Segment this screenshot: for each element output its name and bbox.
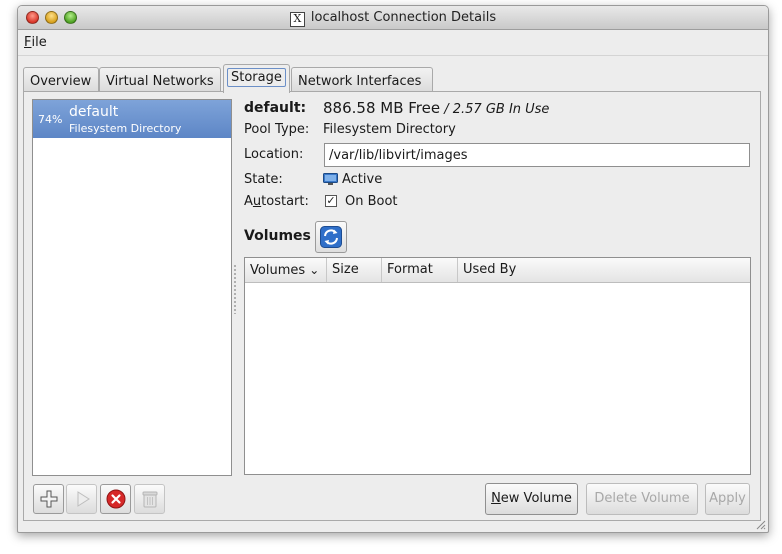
- sort-chevron-icon: ⌄: [309, 263, 320, 277]
- pool-item-default[interactable]: 74% default Filesystem Directory: [33, 100, 231, 138]
- stop-icon: [106, 489, 126, 509]
- apply-button[interactable]: Apply: [705, 483, 750, 515]
- title-bar: Xlocalhost Connection Details: [18, 6, 768, 30]
- column-header-format[interactable]: Format: [382, 258, 458, 282]
- state-value: Active: [342, 172, 383, 187]
- delete-volume-button[interactable]: Delete Volume: [586, 483, 698, 515]
- pool-type: Filesystem Directory: [69, 122, 182, 135]
- window-title: Xlocalhost Connection Details: [18, 10, 768, 27]
- new-volume-button[interactable]: New Volume: [485, 483, 578, 515]
- start-pool-button[interactable]: [66, 484, 97, 514]
- x11-icon: X: [289, 12, 305, 27]
- autostart-checkbox[interactable]: ✓: [325, 195, 337, 207]
- column-header-volumes[interactable]: Volumes ⌄: [245, 258, 327, 282]
- stop-pool-button[interactable]: [100, 484, 131, 514]
- tab-overview[interactable]: Overview: [23, 67, 99, 91]
- tab-storage[interactable]: Storage: [223, 64, 290, 93]
- volumes-table-header: Volumes ⌄ Size Format Used By: [245, 258, 750, 283]
- menu-file[interactable]: File: [24, 35, 47, 50]
- plus-icon: [40, 490, 58, 508]
- tab-virtual-networks[interactable]: Virtual Networks: [99, 67, 221, 91]
- volumes-heading: Volumes: [244, 228, 311, 244]
- menu-bar: File: [18, 30, 768, 56]
- delete-pool-button[interactable]: [134, 484, 165, 514]
- trash-icon: [142, 491, 158, 508]
- pool-name-heading: default:: [244, 100, 307, 116]
- monitor-icon: [323, 173, 338, 185]
- location-label: Location:: [244, 147, 304, 162]
- pane-resize-handle[interactable]: [233, 264, 237, 314]
- tab-network-interfaces[interactable]: Network Interfaces: [291, 67, 433, 91]
- pool-capacity: 886.58 MB Free / 2.57 GB In Use: [323, 99, 550, 117]
- autostart-value: On Boot: [345, 194, 398, 209]
- refresh-volumes-button[interactable]: [315, 221, 347, 253]
- pool-type-label: Pool Type:: [244, 122, 310, 137]
- volumes-table[interactable]: Volumes ⌄ Size Format Used By: [244, 257, 751, 475]
- play-icon: [77, 491, 90, 507]
- pool-name: default: [69, 104, 119, 120]
- state-label: State:: [244, 172, 283, 187]
- pool-usage-percent: 74%: [38, 113, 63, 126]
- resize-grip-icon[interactable]: [754, 518, 766, 530]
- column-header-used-by[interactable]: Used By: [458, 258, 750, 282]
- refresh-icon: [320, 226, 342, 248]
- pool-type-value: Filesystem Directory: [323, 122, 456, 137]
- connection-details-window: Xlocalhost Connection Details File Overv…: [17, 5, 769, 533]
- add-pool-button[interactable]: [33, 484, 64, 514]
- autostart-label: Autostart:: [244, 194, 309, 209]
- location-field[interactable]: [324, 143, 750, 167]
- column-header-size[interactable]: Size: [327, 258, 382, 282]
- storage-pool-list[interactable]: 74% default Filesystem Directory: [32, 99, 232, 476]
